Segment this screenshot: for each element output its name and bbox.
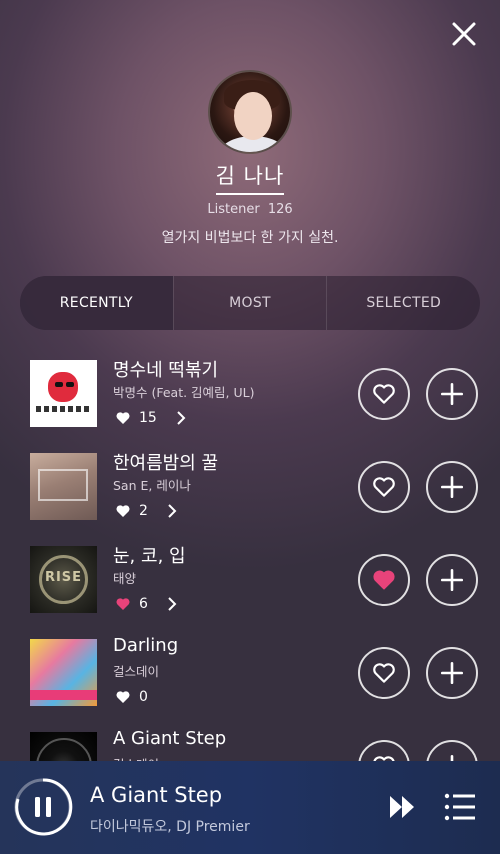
album-cover-text: RISE: [44, 570, 83, 585]
add-button[interactable]: [426, 554, 478, 606]
like-count: 6: [139, 596, 148, 612]
close-icon: [452, 22, 476, 46]
profile-motto: 열가지 비법보다 한 가지 실천.: [161, 230, 339, 246]
plus-icon: [440, 475, 464, 499]
now-playing-artist: 다이나믹듀오, DJ Premier: [90, 819, 250, 835]
next-button[interactable]: [388, 793, 418, 821]
tab-recently[interactable]: RECENTLY: [20, 276, 173, 330]
listener-count: 126: [267, 202, 293, 217]
playlist-button[interactable]: [444, 792, 476, 822]
mini-player: A Giant Step 다이나믹듀오, DJ Premier: [0, 761, 500, 854]
list-item[interactable]: 명수네 떡볶기 박명수 (Feat. 김예림, UL) 15: [0, 350, 500, 443]
like-count: 0: [139, 689, 148, 705]
plus-icon: [440, 382, 464, 406]
chevron-right-icon: [168, 597, 177, 611]
like-button[interactable]: [358, 461, 410, 513]
list-item[interactable]: 한여름밤의 꿀 San E, 레이나 2: [0, 443, 500, 536]
plus-icon: [440, 661, 464, 685]
listener-info: Listener 126: [0, 202, 500, 217]
heart-outline-icon: [373, 477, 395, 497]
like-button[interactable]: [358, 368, 410, 420]
song-artist: San E, 레이나: [113, 478, 191, 493]
now-playing-title: A Giant Step: [90, 783, 223, 807]
song-title: 눈, 코, 입: [113, 546, 186, 567]
song-title: Darling: [113, 635, 179, 656]
chevron-right-icon: [177, 411, 186, 425]
like-button[interactable]: [358, 647, 410, 699]
heart-icon: [116, 598, 130, 610]
heart-outline-icon: [373, 384, 395, 404]
tab-bar: RECENTLY MOST SELECTED: [20, 276, 480, 330]
user-name: 김 나나: [215, 164, 285, 188]
album-cover: [30, 639, 97, 706]
playlist-icon: [444, 793, 475, 821]
album-cover: RISE: [30, 546, 97, 613]
add-button[interactable]: [426, 461, 478, 513]
add-button[interactable]: [426, 647, 478, 699]
heart-icon: [116, 505, 130, 517]
tab-selected[interactable]: SELECTED: [326, 276, 480, 330]
heart-icon: [116, 691, 130, 703]
like-count-row[interactable]: 0: [115, 689, 148, 705]
song-artist: 박명수 (Feat. 김예림, UL): [113, 385, 255, 400]
heart-icon: [116, 412, 130, 424]
song-artist: 태양: [113, 571, 137, 586]
like-count: 2: [139, 503, 148, 519]
heart-filled-icon: [373, 570, 395, 590]
avatar[interactable]: [208, 70, 292, 154]
heart-outline-icon: [373, 663, 395, 683]
like-count-row[interactable]: 6: [115, 596, 178, 612]
song-title: A Giant Step: [113, 728, 227, 749]
pause-icon: [14, 778, 73, 836]
album-cover: [30, 453, 97, 520]
chevron-right-icon: [168, 504, 177, 518]
name-underline: [216, 193, 284, 195]
like-button[interactable]: [358, 554, 410, 606]
like-count-row[interactable]: 15: [115, 410, 187, 426]
fast-forward-icon: [390, 796, 414, 818]
song-title: 명수네 떡볶기: [113, 360, 219, 381]
song-title: 한여름밤의 꿀: [113, 453, 219, 474]
plus-icon: [440, 568, 464, 592]
add-button[interactable]: [426, 368, 478, 420]
like-count-row[interactable]: 2: [115, 503, 178, 519]
pause-button[interactable]: [13, 777, 73, 837]
close-button[interactable]: [448, 18, 480, 50]
tab-most[interactable]: MOST: [172, 276, 327, 330]
song-artist: 걸스데이: [113, 664, 160, 679]
listener-label: Listener: [207, 202, 260, 217]
list-item[interactable]: RISE 눈, 코, 입 태양 6: [0, 536, 500, 629]
list-item[interactable]: Darling 걸스데이 0: [0, 629, 500, 722]
album-cover: [30, 360, 97, 427]
like-count: 15: [139, 410, 157, 426]
